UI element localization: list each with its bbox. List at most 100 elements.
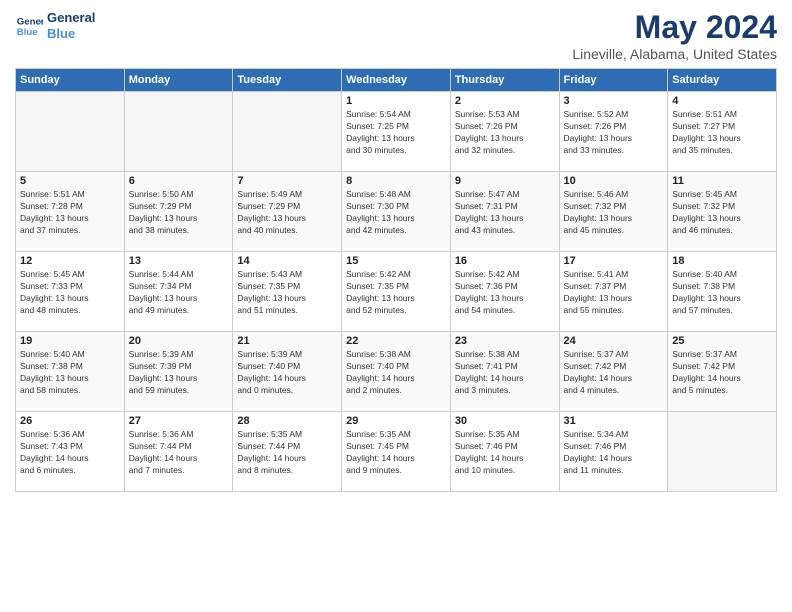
calendar-cell: 17Sunrise: 5:41 AMSunset: 7:37 PMDayligh…	[559, 252, 668, 332]
calendar-cell: 11 Sunrise: 5:45 AMSunset: 7:32 PMDayligh…	[668, 172, 777, 252]
calendar-cell: 30 Sunrise: 5:35 AMSunset: 7:46 PMDayligh…	[450, 412, 559, 492]
logo-general: General	[47, 10, 95, 26]
day-number: 10	[564, 175, 664, 187]
main-title: May 2024	[572, 10, 777, 45]
day-number: 14	[237, 255, 337, 267]
day-number: 15	[346, 255, 446, 267]
calendar-week-row: 19 Sunrise: 5:40 AMSunset: 7:38 PMDayligh…	[16, 332, 777, 412]
column-header-friday: Friday	[559, 69, 668, 92]
day-number: 2	[455, 95, 555, 107]
calendar-week-row: 26 Sunrise: 5:36 AMSunset: 7:43 PMDayligh…	[16, 412, 777, 492]
day-detail: Sunrise: 5:40 AMSunset: 7:38 PMDaylight:…	[672, 269, 772, 317]
day-number: 19	[20, 335, 120, 347]
day-number: 30	[455, 415, 555, 427]
day-number: 8	[346, 175, 446, 187]
calendar-cell: 1 Sunrise: 5:54 AMSunset: 7:25 PMDaylight…	[342, 92, 451, 172]
day-detail: Sunrise: 5:36 AMSunset: 7:44 PMDaylight:…	[129, 429, 229, 477]
calendar-cell: 7 Sunrise: 5:49 AMSunset: 7:29 PMDaylight…	[233, 172, 342, 252]
day-detail: Sunrise: 5:43 AMSunset: 7:35 PMDaylight:…	[237, 269, 337, 317]
column-header-wednesday: Wednesday	[342, 69, 451, 92]
logo-icon: General Blue	[15, 12, 43, 40]
day-detail: Sunrise: 5:49 AMSunset: 7:29 PMDaylight:…	[237, 189, 337, 237]
day-number: 21	[237, 335, 337, 347]
day-detail: Sunrise: 5:36 AMSunset: 7:43 PMDaylight:…	[20, 429, 120, 477]
day-number: 27	[129, 415, 229, 427]
day-number: 6	[129, 175, 229, 187]
calendar-header-row: SundayMondayTuesdayWednesdayThursdayFrid…	[16, 69, 777, 92]
day-number: 28	[237, 415, 337, 427]
day-number: 13	[129, 255, 229, 267]
day-number: 22	[346, 335, 446, 347]
calendar-cell: 29 Sunrise: 5:35 AMSunset: 7:45 PMDayligh…	[342, 412, 451, 492]
logo: General Blue General Blue	[15, 10, 95, 41]
day-detail: Sunrise: 5:45 AMSunset: 7:32 PMDaylight:…	[672, 189, 772, 237]
day-detail: Sunrise: 5:37 AMSunset: 7:42 PMDaylight:…	[564, 349, 664, 397]
calendar-cell: 16Sunrise: 5:42 AMSunset: 7:36 PMDayligh…	[450, 252, 559, 332]
day-number: 9	[455, 175, 555, 187]
calendar-table: SundayMondayTuesdayWednesdayThursdayFrid…	[15, 68, 777, 492]
calendar-cell: 8Sunrise: 5:48 AMSunset: 7:30 PMDaylight…	[342, 172, 451, 252]
calendar-cell: 20Sunrise: 5:39 AMSunset: 7:39 PMDayligh…	[124, 332, 233, 412]
calendar-cell: 10 Sunrise: 5:46 AMSunset: 7:32 PMDayligh…	[559, 172, 668, 252]
calendar-cell: 12 Sunrise: 5:45 AMSunset: 7:33 PMDayligh…	[16, 252, 125, 332]
day-detail: Sunrise: 5:35 AMSunset: 7:45 PMDaylight:…	[346, 429, 446, 477]
day-number: 29	[346, 415, 446, 427]
day-detail: Sunrise: 5:35 AMSunset: 7:46 PMDaylight:…	[455, 429, 555, 477]
day-number: 31	[564, 415, 664, 427]
svg-text:Blue: Blue	[17, 26, 38, 37]
day-detail: Sunrise: 5:39 AMSunset: 7:40 PMDaylight:…	[237, 349, 337, 397]
day-detail: Sunrise: 5:38 AMSunset: 7:40 PMDaylight:…	[346, 349, 446, 397]
day-detail: Sunrise: 5:52 AMSunset: 7:26 PMDaylight:…	[564, 109, 664, 157]
day-detail: Sunrise: 5:37 AMSunset: 7:42 PMDaylight:…	[672, 349, 772, 397]
day-detail: Sunrise: 5:47 AMSunset: 7:31 PMDaylight:…	[455, 189, 555, 237]
day-detail: Sunrise: 5:51 AMSunset: 7:28 PMDaylight:…	[20, 189, 120, 237]
day-detail: Sunrise: 5:39 AMSunset: 7:39 PMDaylight:…	[129, 349, 229, 397]
calendar-cell: 21 Sunrise: 5:39 AMSunset: 7:40 PMDayligh…	[233, 332, 342, 412]
day-detail: Sunrise: 5:46 AMSunset: 7:32 PMDaylight:…	[564, 189, 664, 237]
calendar-cell: 26 Sunrise: 5:36 AMSunset: 7:43 PMDayligh…	[16, 412, 125, 492]
day-number: 24	[564, 335, 664, 347]
day-detail: Sunrise: 5:54 AMSunset: 7:25 PMDaylight:…	[346, 109, 446, 157]
day-detail: Sunrise: 5:35 AMSunset: 7:44 PMDaylight:…	[237, 429, 337, 477]
calendar-cell: 27 Sunrise: 5:36 AMSunset: 7:44 PMDayligh…	[124, 412, 233, 492]
day-detail: Sunrise: 5:40 AMSunset: 7:38 PMDaylight:…	[20, 349, 120, 397]
calendar-cell: 3Sunrise: 5:52 AMSunset: 7:26 PMDaylight…	[559, 92, 668, 172]
calendar-cell: 13 Sunrise: 5:44 AMSunset: 7:34 PMDayligh…	[124, 252, 233, 332]
calendar-cell: 14 Sunrise: 5:43 AMSunset: 7:35 PMDayligh…	[233, 252, 342, 332]
subtitle: Lineville, Alabama, United States	[572, 46, 777, 62]
day-number: 23	[455, 335, 555, 347]
day-number: 1	[346, 95, 446, 107]
day-detail: Sunrise: 5:34 AMSunset: 7:46 PMDaylight:…	[564, 429, 664, 477]
calendar-cell: 19 Sunrise: 5:40 AMSunset: 7:38 PMDayligh…	[16, 332, 125, 412]
day-number: 12	[20, 255, 120, 267]
day-number: 7	[237, 175, 337, 187]
calendar-cell: 5Sunrise: 5:51 AMSunset: 7:28 PMDaylight…	[16, 172, 125, 252]
day-number: 26	[20, 415, 120, 427]
day-detail: Sunrise: 5:44 AMSunset: 7:34 PMDaylight:…	[129, 269, 229, 317]
day-number: 11	[672, 175, 772, 187]
calendar-cell: 23 Sunrise: 5:38 AMSunset: 7:41 PMDayligh…	[450, 332, 559, 412]
day-detail: Sunrise: 5:50 AMSunset: 7:29 PMDaylight:…	[129, 189, 229, 237]
day-detail: Sunrise: 5:38 AMSunset: 7:41 PMDaylight:…	[455, 349, 555, 397]
column-header-tuesday: Tuesday	[233, 69, 342, 92]
calendar-week-row: 1 Sunrise: 5:54 AMSunset: 7:25 PMDaylight…	[16, 92, 777, 172]
column-header-saturday: Saturday	[668, 69, 777, 92]
calendar-cell	[16, 92, 125, 172]
calendar-cell: 28 Sunrise: 5:35 AMSunset: 7:44 PMDayligh…	[233, 412, 342, 492]
calendar-cell: 31 Sunrise: 5:34 AMSunset: 7:46 PMDayligh…	[559, 412, 668, 492]
calendar-week-row: 5Sunrise: 5:51 AMSunset: 7:28 PMDaylight…	[16, 172, 777, 252]
header: General Blue General Blue May 2024 Linev…	[15, 10, 777, 62]
calendar-cell	[233, 92, 342, 172]
column-header-monday: Monday	[124, 69, 233, 92]
day-detail: Sunrise: 5:53 AMSunset: 7:26 PMDaylight:…	[455, 109, 555, 157]
calendar-cell: 25Sunrise: 5:37 AMSunset: 7:42 PMDayligh…	[668, 332, 777, 412]
calendar-cell: 6 Sunrise: 5:50 AMSunset: 7:29 PMDaylight…	[124, 172, 233, 252]
day-detail: Sunrise: 5:45 AMSunset: 7:33 PMDaylight:…	[20, 269, 120, 317]
calendar-cell: 24 Sunrise: 5:37 AMSunset: 7:42 PMDayligh…	[559, 332, 668, 412]
calendar-cell: 18Sunrise: 5:40 AMSunset: 7:38 PMDayligh…	[668, 252, 777, 332]
day-number: 16	[455, 255, 555, 267]
calendar-cell: 15Sunrise: 5:42 AMSunset: 7:35 PMDayligh…	[342, 252, 451, 332]
calendar-cell	[124, 92, 233, 172]
day-number: 17	[564, 255, 664, 267]
calendar-cell	[668, 412, 777, 492]
